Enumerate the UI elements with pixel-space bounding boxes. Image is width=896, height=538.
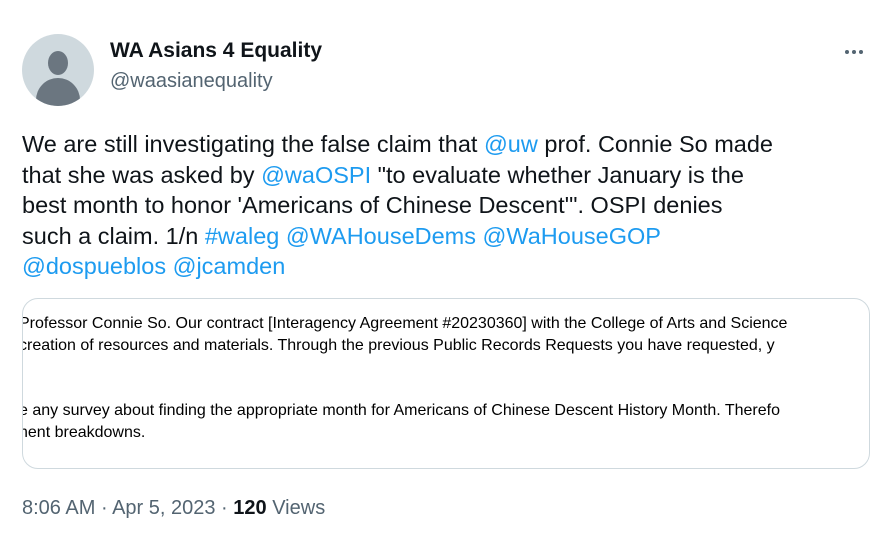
mention-link[interactable]: @waOSPI	[261, 162, 371, 188]
mention-link[interactable]: @dospueblos	[22, 253, 166, 279]
tweet-date[interactable]: Apr 5, 2023	[112, 497, 215, 519]
document-line: e any survey about finding the appropria…	[22, 402, 780, 419]
tweet-line: that she was asked by @waOSPI "to evalua…	[22, 161, 744, 188]
views-count: 120	[233, 497, 267, 519]
attached-image[interactable]: Professor Connie So. Our contract [Inter…	[22, 298, 870, 469]
tweet-line: We are still investigating the false cla…	[22, 131, 773, 157]
mention-link[interactable]: @uw	[484, 131, 538, 157]
tweet-text: We are still investigating the false cla…	[22, 129, 882, 282]
tweet-time[interactable]: 8:06 AM	[22, 497, 95, 519]
views-label: Views	[272, 497, 326, 519]
default-avatar-icon	[48, 51, 68, 75]
tweet-meta: 8:06 AM · Apr 5, 2023 · 120 Views	[22, 497, 326, 519]
tweet-line: @dospueblos @jcamden	[22, 251, 882, 282]
document-line: creation of resources and materials. Thr…	[22, 337, 775, 354]
tweet-line: such a claim. 1/n #waleg @WAHouseDems @W…	[22, 222, 661, 249]
document-excerpt: Professor Connie So. Our contract [Inter…	[23, 299, 869, 468]
author-handle[interactable]: @waasianequality	[110, 70, 273, 93]
author-name[interactable]: WA Asians 4 Equality	[110, 39, 322, 63]
document-line: nent breakdowns.	[22, 424, 146, 441]
tweet-line: best month to honor 'Americans of Chines…	[22, 192, 723, 218]
avatar[interactable]	[22, 34, 94, 106]
hashtag-link[interactable]: #waleg	[205, 223, 279, 249]
more-options-icon[interactable]	[842, 44, 866, 60]
mention-link[interactable]: @WAHouseDems	[286, 223, 476, 249]
document-line: Professor Connie So. Our contract [Inter…	[22, 315, 788, 332]
mention-link[interactable]: @WaHouseGOP	[483, 223, 661, 249]
mention-link[interactable]: @jcamden	[173, 253, 286, 279]
